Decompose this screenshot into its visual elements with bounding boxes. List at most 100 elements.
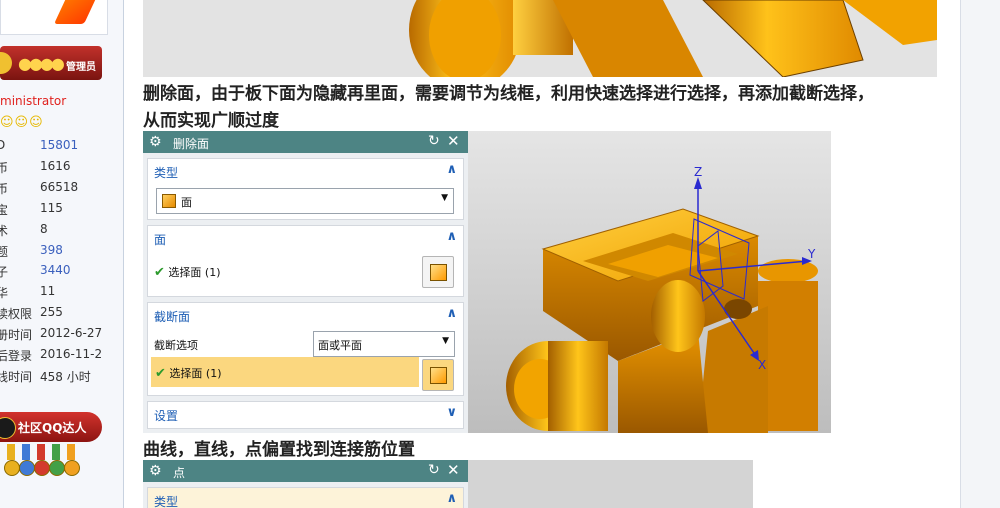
gear-icon[interactable]: ⚙ [149, 463, 162, 479]
medal-icon[interactable] [64, 444, 80, 478]
type-section: 类型 ∧ [147, 487, 464, 508]
stat-value: 458 小时 [40, 369, 91, 384]
close-icon[interactable]: ✕ [447, 461, 460, 479]
face-selector-button[interactable] [422, 256, 454, 288]
cutoff-option-dropdown[interactable]: 面或平面 ▼ [313, 331, 455, 357]
cad-viewport[interactable]: Z Y X [468, 131, 831, 433]
stat-value[interactable]: 3440 [40, 263, 71, 277]
chevron-up-icon[interactable]: ∧ [446, 491, 457, 506]
stat-value[interactable]: 15801 [40, 138, 78, 152]
chevron-up-icon[interactable]: ∧ [446, 306, 457, 321]
select-face-2-label: 选择面 (1) [169, 367, 222, 380]
close-icon[interactable]: ✕ [447, 132, 460, 150]
dialog-titlebar: ⚙ 点 ↻ ✕ [143, 460, 468, 482]
stat-value: 66518 [40, 179, 79, 194]
stat-key: 华 [0, 286, 9, 301]
cutoff-section-header[interactable]: 截断面 [154, 308, 190, 325]
face-section-header[interactable]: 面 [154, 231, 166, 248]
stat-value[interactable]: 398 [40, 243, 63, 257]
stat-value: 1616 [40, 158, 71, 173]
rank-smiley-icons: ☺☺☺ [0, 115, 44, 130]
reset-icon[interactable]: ↻ [428, 133, 440, 149]
3d-part-render [409, 0, 937, 77]
stat-row: 线时间 458 小时 [0, 368, 123, 388]
stat-key: 币 [0, 181, 9, 196]
post-image-delete-face: ⚙ 删除面 ↻ ✕ 类型 ∧ 面 ▼ 面 ∧ ✔ 选择面 (1) 截断面 ∧ 截… [143, 131, 831, 433]
dialog-titlebar: ⚙ 删除面 ↻ ✕ [143, 131, 468, 153]
point-dialog: ⚙ 点 ↻ ✕ 类型 ∧ [143, 460, 468, 508]
select-face-row[interactable]: ✔ 选择面 (1) [154, 264, 220, 280]
stat-key: 宝 [0, 202, 9, 217]
3d-part-with-csys: Z Y X [506, 165, 818, 433]
dropdown-arrow-icon: ▼ [441, 193, 448, 203]
gear-icon[interactable]: ⚙ [149, 134, 162, 150]
stat-value: 2012-6-27 [40, 326, 103, 341]
post-heading-delete-face: 删除面，由于板下面为隐藏再里面，需要调节为线框，利用快速选择进行选择，再添加截断… [143, 84, 874, 104]
qq-badge-icon [0, 417, 16, 439]
select-face-label: 选择面 (1) [168, 266, 221, 279]
admin-group-badge: ●●●● 管理员 [0, 46, 102, 80]
post-image-point: ⚙ 点 ↻ ✕ 类型 ∧ [143, 460, 753, 508]
stat-key: 题 [0, 244, 9, 259]
check-icon: ✔ [154, 265, 165, 280]
username-link[interactable]: ministrator [0, 94, 66, 108]
reset-icon[interactable]: ↻ [428, 462, 440, 478]
admin-badge-label: 管理员 [66, 62, 96, 73]
stat-value: 255 [40, 305, 63, 320]
stat-row: 子 3440 [0, 263, 123, 283]
stat-key: D [0, 138, 6, 152]
type-section: 类型 ∧ 面 ▼ [147, 158, 464, 220]
z-axis-label: Z [694, 165, 702, 179]
type-dropdown[interactable]: 面 ▼ [156, 188, 454, 214]
dropdown-arrow-icon: ▼ [442, 336, 449, 346]
settings-section: 设置 ∨ [147, 401, 464, 429]
stat-key: 子 [0, 265, 9, 280]
stat-value: 2016-11-2 [40, 347, 103, 361]
stat-row: 币 66518 [0, 180, 123, 200]
medal-row [4, 444, 84, 478]
avatar[interactable] [0, 0, 108, 35]
stat-value: 115 [40, 200, 63, 215]
stat-row: 币 1616 [0, 159, 123, 179]
user-sidebar: ●●●● 管理员 ministrator ☺☺☺ D 15801 币 1616 币 665… [0, 0, 123, 508]
stat-row: 读权限 255 [0, 305, 123, 325]
page-margin [961, 0, 1000, 508]
cutoff-option-value: 面或平面 [318, 339, 362, 352]
cutoff-section: 截断面 ∧ 截断选项 面或平面 ▼ ✔ 选择面 (1) [147, 302, 464, 396]
face-section: 面 ∧ ✔ 选择面 (1) [147, 225, 464, 297]
stat-key: 线时间 [0, 369, 33, 384]
post-heading-offset: 曲线，直线，点偏置找到连接筋位置 [143, 440, 415, 460]
medal-icon[interactable] [34, 444, 50, 478]
y-axis-label: Y [807, 247, 816, 261]
settings-section-header[interactable]: 设置 [154, 407, 178, 424]
badge-emblem-icon [0, 52, 12, 74]
dialog-title: 删除面 [173, 137, 210, 151]
stat-row: 华 11 [0, 284, 123, 304]
medal-icon[interactable] [19, 444, 35, 478]
select-face-highlight-row[interactable]: ✔ 选择面 (1) [151, 357, 419, 387]
qq-expert-badge[interactable]: 社区QQ达人 [0, 412, 102, 442]
stat-row: 册时间 2012-6-27 [0, 326, 123, 346]
stat-key: 术 [0, 223, 9, 238]
post-image-top [143, 0, 937, 77]
medal-icon[interactable] [49, 444, 65, 478]
chevron-down-icon[interactable]: ∨ [446, 405, 457, 420]
post-heading-delete-face-line2: 从而实现广顺过度 [143, 111, 279, 131]
cutoff-face-selector-button[interactable] [422, 359, 454, 391]
stat-key: 册时间 [0, 328, 33, 343]
face-cube-icon [162, 194, 176, 208]
sidebar-divider [123, 0, 124, 508]
chevron-up-icon[interactable]: ∧ [446, 162, 457, 177]
stat-value: 11 [40, 284, 56, 299]
x-axis-label: X [758, 358, 766, 372]
stat-key: 后登录 [0, 349, 33, 363]
type-section-header[interactable]: 类型 [154, 493, 178, 508]
group-people-icon: ●●●● [18, 54, 65, 73]
stat-row: 术8 [0, 222, 123, 242]
stat-key: 币 [0, 160, 9, 175]
medal-icon[interactable] [4, 444, 20, 478]
chevron-up-icon[interactable]: ∧ [446, 229, 457, 244]
dialog-title: 点 [173, 466, 186, 480]
type-section-header[interactable]: 类型 [154, 164, 178, 181]
stat-row: 宝 115 [0, 201, 123, 221]
